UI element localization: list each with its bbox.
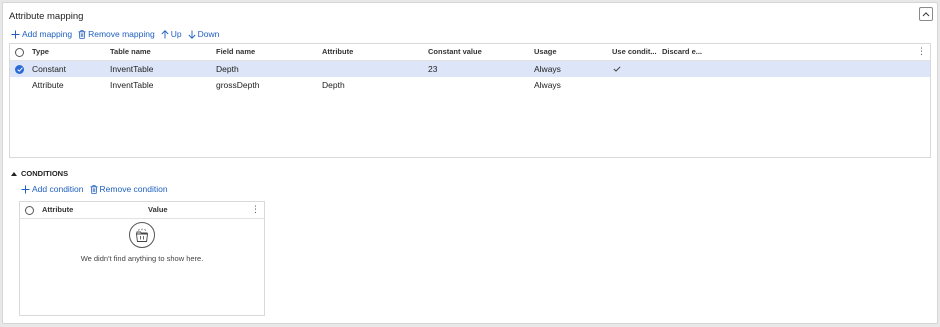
select-all-checkbox[interactable] <box>25 205 34 215</box>
collapse-triangle-icon <box>11 171 17 176</box>
plus-icon <box>21 185 30 193</box>
add-mapping-label: Add mapping <box>22 29 73 39</box>
column-header-value[interactable]: Value <box>148 202 168 218</box>
down-label: Down <box>197 29 220 39</box>
up-button[interactable]: Up <box>161 29 182 39</box>
column-header-attribute[interactable]: Attribute <box>322 44 353 60</box>
checkmark-icon <box>613 66 621 72</box>
column-header-type[interactable]: Type <box>32 44 49 60</box>
arrow-down-icon <box>188 30 196 39</box>
conditions-grid: Attribute Value ⋮ We didn't find anythin… <box>19 201 265 316</box>
row-select-checkbox[interactable] <box>15 64 24 74</box>
table-row[interactable]: Constant InventTable Depth 23 Always <box>10 61 930 77</box>
mapping-grid-header: Type Table name Field name Attribute Con… <box>10 44 930 61</box>
column-header-use-condition[interactable]: Use condit... <box>612 44 657 60</box>
table-row[interactable]: Attribute InventTable grossDepth Depth A… <box>10 77 930 93</box>
column-header-usage[interactable]: Usage <box>534 44 557 60</box>
conditions-heading: CONDITIONS <box>21 169 69 178</box>
more-options-icon[interactable]: ⋮ <box>917 47 926 56</box>
add-condition-button[interactable]: Add condition <box>21 184 84 194</box>
column-header-constant-value[interactable]: Constant value <box>428 44 482 60</box>
attribute-mapping-panel: Attribute mapping Add mapping Remove map… <box>2 2 938 324</box>
column-header-table-name[interactable]: Table name <box>110 44 151 60</box>
add-condition-label: Add condition <box>32 184 84 194</box>
conditions-toolbar: Add condition Remove condition <box>21 184 168 194</box>
conditions-section-toggle[interactable]: CONDITIONS <box>11 169 68 178</box>
cell-attribute: Depth <box>322 80 345 90</box>
cell-type: Attribute <box>32 80 64 90</box>
cell-field-name: grossDepth <box>216 80 260 90</box>
select-all-checkbox[interactable] <box>15 47 24 57</box>
conditions-grid-header: Attribute Value ⋮ <box>20 202 264 219</box>
checkmark-icon <box>16 66 23 72</box>
column-header-discard-empty[interactable]: Discard e... <box>662 44 702 60</box>
more-options-icon[interactable]: ⋮ <box>251 205 260 214</box>
empty-state: We didn't find anything to show here. <box>20 222 264 263</box>
empty-message: We didn't find anything to show here. <box>80 254 204 263</box>
cell-table-name: InventTable <box>110 64 154 74</box>
collapse-button[interactable] <box>919 7 933 21</box>
cell-type: Constant <box>32 64 67 74</box>
trash-icon <box>78 29 86 39</box>
add-mapping-button[interactable]: Add mapping <box>11 29 72 39</box>
remove-mapping-label: Remove mapping <box>88 29 155 39</box>
chevron-up-icon <box>922 12 930 17</box>
up-label: Up <box>170 29 182 39</box>
cell-table-name: InventTable <box>110 80 154 90</box>
remove-condition-label: Remove condition <box>99 184 168 194</box>
empty-folder-icon <box>129 222 155 248</box>
cell-constant-value: 23 <box>428 64 438 74</box>
mapping-toolbar: Add mapping Remove mapping Up Down <box>11 29 219 39</box>
column-header-field-name[interactable]: Field name <box>216 44 255 60</box>
remove-condition-button[interactable]: Remove condition <box>90 184 168 194</box>
column-header-attribute[interactable]: Attribute <box>42 202 73 218</box>
down-button[interactable]: Down <box>188 29 220 39</box>
mapping-grid: Type Table name Field name Attribute Con… <box>9 43 931 158</box>
cell-field-name: Depth <box>216 64 239 74</box>
remove-mapping-button[interactable]: Remove mapping <box>78 29 155 39</box>
cell-use-condition[interactable] <box>613 61 621 77</box>
cell-usage: Always <box>534 64 561 74</box>
panel-title: Attribute mapping <box>9 11 84 22</box>
trash-icon <box>90 184 98 194</box>
cell-usage: Always <box>534 80 561 90</box>
plus-icon <box>11 30 20 38</box>
arrow-up-icon <box>161 29 169 38</box>
